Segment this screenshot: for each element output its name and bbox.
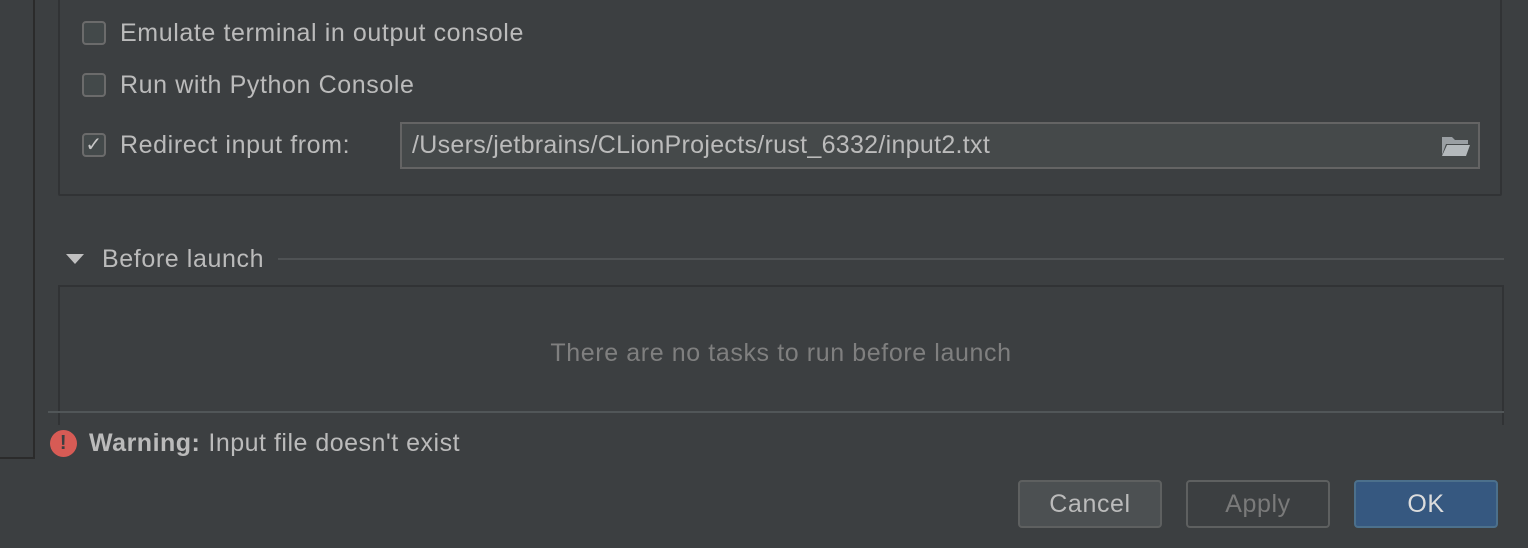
python-console-checkbox[interactable] [82,73,106,97]
footer-divider [48,411,1504,413]
emulate-terminal-checkbox[interactable] [82,21,106,45]
ok-button[interactable]: OK [1354,480,1498,528]
emulate-terminal-label: Emulate terminal in output console [120,18,524,47]
apply-button[interactable]: Apply [1186,480,1330,528]
error-icon: ! [50,429,77,457]
before-launch-title: Before launch [102,244,265,273]
triangle-down-icon[interactable] [66,254,84,264]
warning-text: Input file doesn't exist [208,428,461,457]
warning-message: ! Warning: Input file doesn't exist [50,428,460,458]
redirect-input-path-field[interactable]: /Users/jetbrains/CLionProjects/rust_6332… [400,122,1480,169]
header-separator [278,258,1504,260]
redirect-input-label: Redirect input from: [120,130,351,159]
emulate-terminal-row[interactable]: Emulate terminal in output console [82,19,524,47]
python-console-row[interactable]: Run with Python Console [82,71,415,99]
checkmark-icon: ✓ [85,134,103,156]
empty-tasks-text: There are no tasks to run before launch [550,339,1012,367]
python-console-label: Run with Python Console [120,70,415,99]
redirect-input-path-value[interactable]: /Users/jetbrains/CLionProjects/rust_6332… [412,131,1434,160]
folder-icon[interactable] [1434,126,1478,166]
before-launch-header[interactable]: Before launch [62,242,1504,276]
redirect-input-row[interactable]: ✓ Redirect input from: [82,131,350,159]
before-launch-tasks-panel: There are no tasks to run before launch [58,285,1504,425]
cancel-button[interactable]: Cancel [1018,480,1162,528]
redirect-input-checkbox[interactable]: ✓ [82,133,106,157]
warning-label: Warning: [89,428,201,457]
left-sidebar-panel [0,0,35,459]
